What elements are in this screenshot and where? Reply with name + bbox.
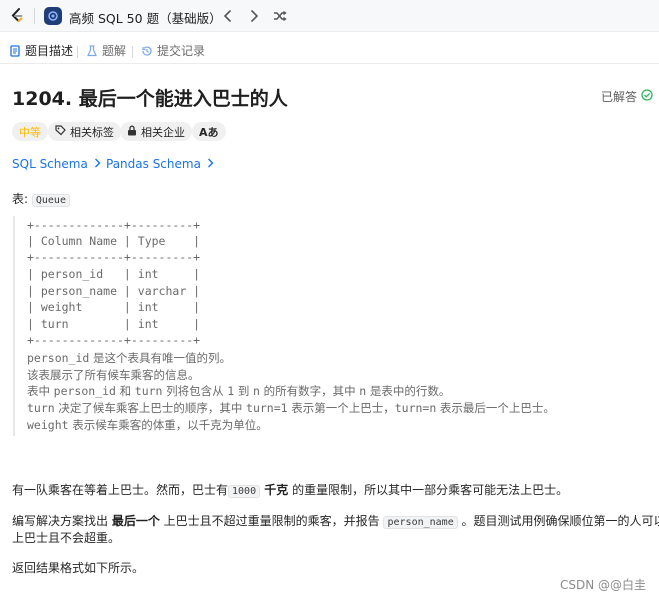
note-code: turn [134,384,163,398]
note-text: 到 [234,384,254,398]
tab-divider [77,46,78,58]
note-code: turn [27,401,55,415]
note-code: weight [27,418,69,432]
tab-description[interactable]: 题目描述 [9,42,73,59]
problem-tabs: 题目描述 题解 提交记录 [0,34,659,64]
note-code: person_id [27,351,90,365]
sql-schema-link[interactable]: SQL Schema [12,157,101,171]
tab-solutions[interactable]: 题解 [86,42,126,59]
sql-schema-label: SQL Schema [12,157,88,171]
study-plan-title[interactable]: 高频 SQL 50 题（基础版） [69,8,222,27]
topbar-divider [34,8,35,24]
related-companies-label: 相关企业 [141,125,185,139]
tab-description-label: 题目描述 [25,44,74,58]
description-text: 。题目测试用例确保顺位第一的人可以 [457,514,659,528]
note-code: n [253,384,260,398]
inline-code: 1000 [228,485,261,498]
chevron-right-icon [94,157,101,171]
tab-submissions-label: 提交记录 [157,44,206,58]
tab-solutions-label: 题解 [102,44,127,58]
schema-line: +-------------+---------+ [27,250,201,264]
top-bar: 高频 SQL 50 题（基础版） [0,0,659,32]
description-text: 上巴士且不超过重量限制的乘客，并报告 [159,514,384,528]
note-text: 决定了候车乘客上巴士的顺序，其中 [54,401,247,415]
pandas-schema-link[interactable]: Pandas Schema [106,157,214,171]
tag-icon [55,124,66,139]
schema-line: | person_id | int | [27,267,201,281]
inline-code: person_name [383,516,458,529]
schema-line: +-------------+---------+ [27,333,201,347]
schema-line: | person_name | varchar | [27,284,201,298]
lock-icon [127,125,137,139]
pandas-schema-label: Pandas Schema [106,157,201,171]
note-text: 表中 [27,384,54,398]
description-paragraph: 编写解决方案找出 最后一个 上巴士且不超过重量限制的乘客，并报告 person_… [12,512,659,529]
related-companies-button[interactable]: 相关企业 [120,122,192,141]
leetcode-logo-icon[interactable] [8,7,26,25]
note-text: 表示第一个上巴士， [287,401,395,415]
related-tags-label: 相关标签 [70,125,114,139]
description-paragraph: 返回结果格式如下所示。 [12,561,145,575]
schema-line: | Column Name | Type | [27,234,201,248]
schema-code-block: +-------------+---------+ | Column Name … [13,216,647,436]
history-icon [141,44,153,57]
note-code: person_id [53,384,116,398]
difficulty-badge: 中等 [12,122,48,141]
problem-title: 1204. 最后一个能进入巴士的人 [12,88,288,110]
prev-problem-chevron-left-icon[interactable] [219,7,237,25]
watermark: CSDN @@白圭 [560,578,647,592]
note-text: 的所有数字，其中 [259,384,360,398]
note-text: 列将包含从 [162,384,228,398]
schema-note: 该表展示了所有候车乘客的信息。 [27,368,200,382]
schema-line: | weight | int | [27,300,201,314]
note-text: 表示候车乘客的体重，以千克为单位。 [68,418,268,432]
note-text: 是表中的行数。 [366,384,451,398]
solved-status: 已解答 [601,88,653,105]
schema-line: +-------------+---------+ [27,218,201,232]
tab-divider [132,46,133,58]
shuffle-icon[interactable] [271,7,289,25]
description-text: 编写解决方案找出 [12,514,112,528]
check-circle-icon [641,89,653,104]
table-intro-prefix: 表: [12,192,32,206]
note-text: 表示最后一个上巴士。 [436,401,555,415]
tab-submissions[interactable]: 提交记录 [141,42,205,59]
description-paragraph: 有一队乘客在等着上巴士。然而，巴士有 1000 千克 的重量限制，所以其中一部分乘… [12,481,568,498]
description-text: 有一队乘客在等着上巴士。然而，巴士有 [12,483,229,497]
solved-label: 已解答 [601,90,638,104]
table-name-code: Queue [31,194,70,207]
note-text: 和 [115,384,135,398]
description-paragraph: 上巴士且不会超重。 [12,531,121,545]
study-plan-icon[interactable] [44,7,62,25]
schema-note: person_id 是这个表具有唯一值的列。 [27,350,231,366]
next-problem-chevron-right-icon[interactable] [245,7,263,25]
note-code: turn=n [394,401,437,415]
note-text: 是这个表具有唯一值的列。 [89,351,231,365]
schema-note: turn 决定了候车乘客上巴士的顺序，其中 turn=1 表示第一个上巴士，tu… [27,400,555,416]
note-code: turn=1 [246,401,288,415]
related-tags-button[interactable]: 相关标签 [48,122,121,141]
bold-text: 千克 [260,483,289,497]
chevron-right-icon [207,157,214,171]
table-intro: 表: Queue [12,190,70,207]
font-size-button[interactable]: Aあ [192,122,226,141]
schema-note: 表中 person_id 和 turn 列将包含从 1 到 n 的所有数字，其中… [27,383,450,399]
schema-line: | turn | int | [27,317,201,331]
document-icon [9,44,21,57]
bold-text: 最后一个 [111,514,160,528]
schema-note: weight 表示候车乘客的体重，以千克为单位。 [27,417,268,433]
description-text: 的重量限制，所以其中一部分乘客可能无法上巴士。 [288,483,569,497]
flask-icon [86,44,98,57]
